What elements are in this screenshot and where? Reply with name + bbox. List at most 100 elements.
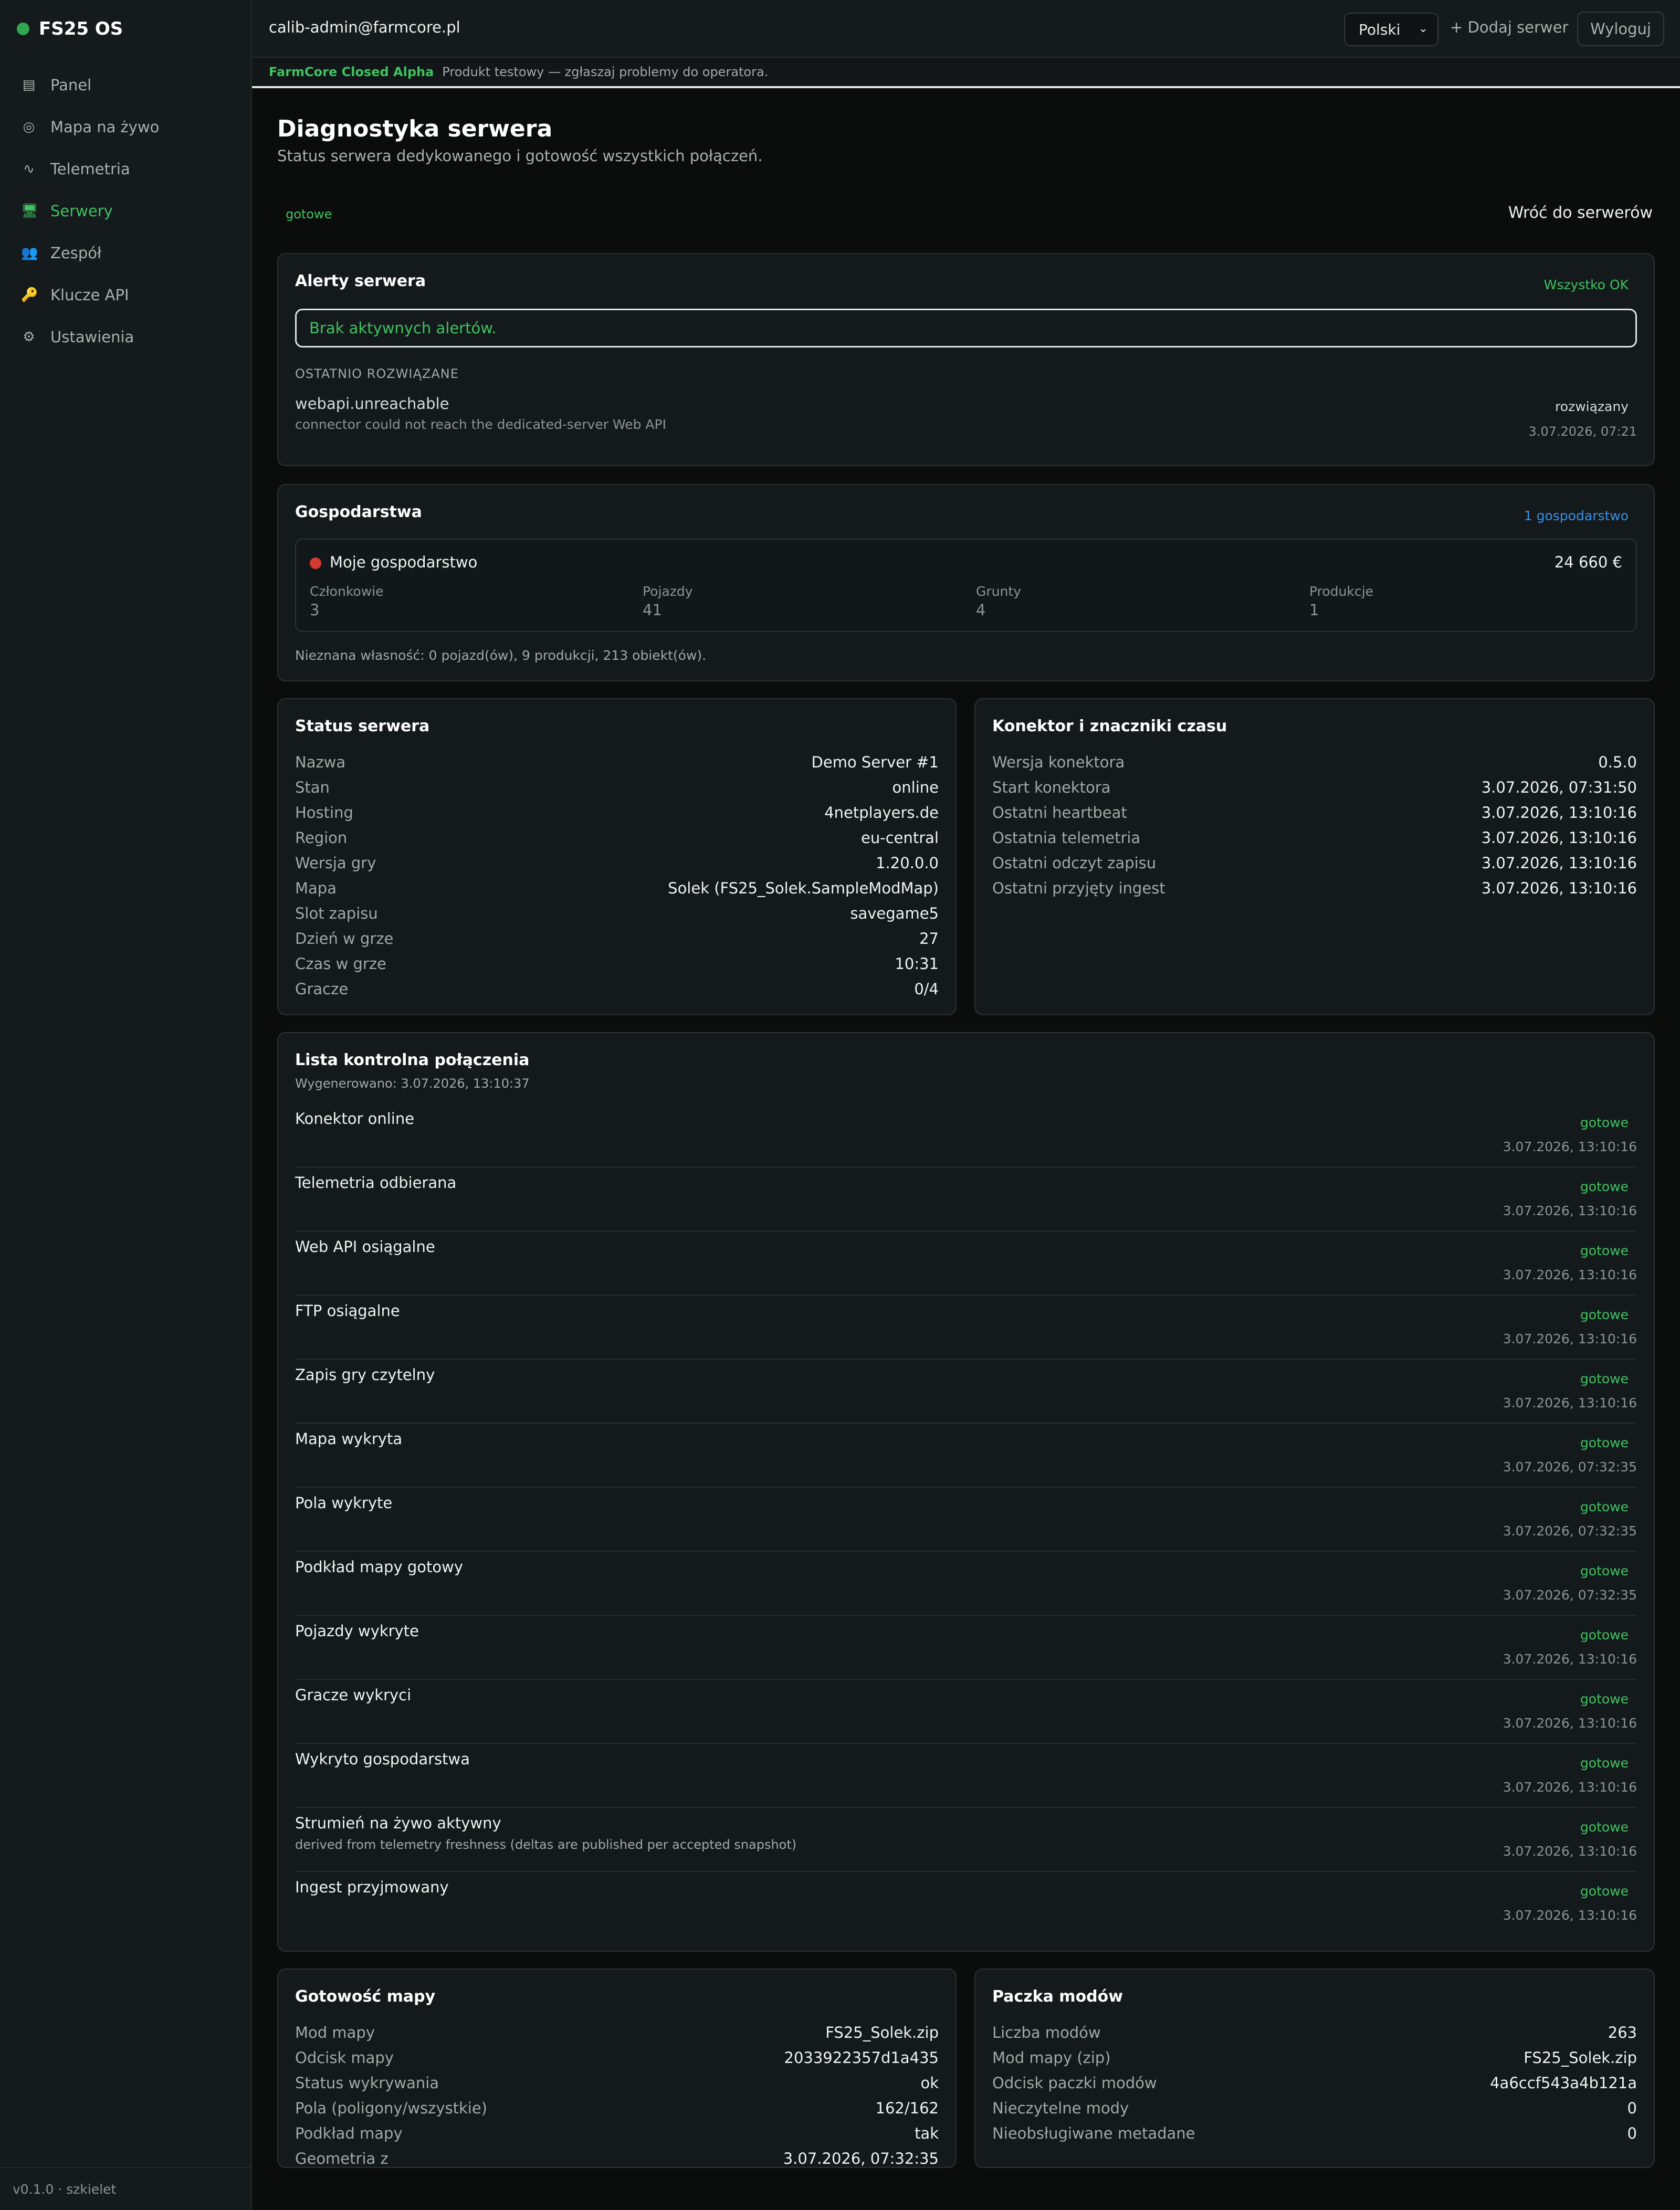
sidebar-item-telemetria[interactable]: ∿ Telemetria (0, 148, 251, 190)
kv-row: Region eu-central (295, 825, 939, 850)
sidebar-item-label: Ustawienia (50, 328, 134, 346)
kv-key: Region (295, 829, 348, 847)
checklist-item-status: gotowe (1580, 1179, 1629, 1194)
checklist-item-name: Strumień na żywo aktywny (295, 1814, 501, 1832)
dashboard-icon: ▤ (22, 77, 36, 93)
kv-row: Podkład mapy tak (295, 2121, 939, 2146)
farm-stat-value: 41 (643, 601, 662, 619)
alerts-badge: Wszystko OK (1544, 277, 1629, 292)
resolved-alert-time: 3.07.2026, 07:21 (1528, 424, 1637, 439)
farm-stat-value: 3 (310, 601, 320, 619)
kv-key: Mod mapy (295, 2024, 375, 2041)
kv-value: 2033922357d1a435 (784, 2049, 939, 2067)
sidebar-item-mapa-na-zywo[interactable]: ◎ Mapa na żywo (0, 106, 251, 148)
farms-card: Gospodarstwa 1 gospodarstwo Moje gospoda… (277, 484, 1655, 681)
sidebar-item-label: Klucze API (50, 286, 129, 304)
farm-color-dot-icon (310, 557, 321, 569)
add-server-button[interactable]: + Dodaj serwer (1450, 18, 1568, 36)
kv-key: Czas w grze (295, 955, 386, 973)
kv-row: Hosting 4netplayers.de (295, 800, 939, 825)
brand-logo[interactable]: FS25 OS (17, 18, 123, 40)
kv-value: FS25_Solek.zip (1524, 2049, 1637, 2067)
kv-row: Wersja konektora 0.5.0 (992, 750, 1637, 775)
kv-value: 0/4 (914, 980, 939, 998)
brand-name: FS25 OS (39, 18, 123, 39)
kv-key: Podkład mapy (295, 2124, 403, 2142)
farm-stat-vehicles: Pojazdy 41 (643, 584, 958, 619)
kv-value: 1.20.0.0 (876, 854, 939, 872)
user-email: calib-admin@farmcore.pl (269, 18, 460, 36)
language-select[interactable]: Polski ⌄ (1344, 13, 1438, 46)
kv-value: 3.07.2026, 13:10:16 (1481, 804, 1637, 822)
checklist-item-status: gotowe (1580, 1499, 1629, 1514)
checklist-item-name: Podkład mapy gotowy (295, 1558, 463, 1576)
kv-key: Pola (poligony/wszystkie) (295, 2099, 487, 2117)
alerts-card: Alerty serwera Wszystko OK Brak aktywnyc… (277, 253, 1655, 466)
checklist-item-status: gotowe (1580, 1883, 1629, 1899)
kv-key: Ostatni odczyt zapisu (992, 854, 1157, 872)
kv-key: Geometria z (295, 2150, 388, 2167)
farm-stat-label: Grunty (976, 584, 1021, 599)
farm-stat-members: Członkowie 3 (310, 584, 625, 619)
kv-value: 263 (1608, 2024, 1637, 2041)
sidebar-item-panel[interactable]: ▤ Panel (0, 64, 251, 106)
kv-value: 162/162 (875, 2099, 939, 2117)
kv-key: Nazwa (295, 753, 346, 771)
sidebar-item-zespol[interactable]: 👥 Zespół (0, 232, 251, 274)
map-readiness-list: Mod mapy FS25_Solek.zip Odcisk mapy 2033922… (295, 2020, 939, 2171)
alerts-title: Alerty serwera (295, 272, 426, 290)
kv-row: Pola (poligony/wszystkie) 162/162 (295, 2096, 939, 2121)
kv-row: Dzień w grze 27 (295, 926, 939, 951)
back-to-servers-link[interactable]: Wróć do serwerów (1508, 204, 1653, 222)
checklist-item-time: 3.07.2026, 13:10:16 (1503, 1203, 1637, 1218)
kv-row: Start konektora 3.07.2026, 07:31:50 (992, 775, 1637, 800)
kv-value: 27 (919, 930, 939, 948)
sidebar-item-label: Panel (50, 76, 92, 94)
connector-card: Konektor i znaczniki czasu Wersja konekt… (974, 698, 1655, 1015)
checklist-generated: Wygenerowano: 3.07.2026, 13:10:37 (295, 1076, 530, 1091)
checklist-item-time: 3.07.2026, 13:10:16 (1503, 1331, 1637, 1346)
farms-title: Gospodarstwa (295, 503, 422, 521)
checklist-item: Web API osiągalne gotowe 3.07.2026, 13:10:… (295, 1232, 1637, 1296)
checklist-item: Strumień na żywo aktywny derived from tel… (295, 1808, 1637, 1872)
checklist-item-name: Web API osiągalne (295, 1238, 435, 1256)
checklist-item-time: 3.07.2026, 13:10:16 (1503, 1908, 1637, 1923)
kv-value: savegame5 (850, 904, 939, 922)
kv-value: ok (920, 2074, 939, 2092)
sidebar-item-label: Telemetria (50, 160, 130, 178)
checklist-item-name: Telemetria odbierana (295, 1174, 457, 1192)
farm-stat-label: Członkowie (310, 584, 384, 599)
checklist-item-status: gotowe (1580, 1243, 1629, 1258)
monitor-icon: 🖥 (21, 203, 39, 219)
mod-pack-card: Paczka modów Liczba modów 263 Mod mapy (zi… (974, 1969, 1655, 2168)
key-icon: 🔑 (21, 287, 38, 303)
kv-row: Odcisk mapy 2033922357d1a435 (295, 2045, 939, 2070)
sidebar-item-klucze-api[interactable]: 🔑 Klucze API (0, 274, 251, 316)
farm-stat-lands: Grunty 4 (976, 584, 1291, 619)
checklist-item-status: gotowe (1580, 1627, 1629, 1643)
sidebar-item-ustawienia[interactable]: ⚙ Ustawienia (0, 316, 251, 358)
kv-row: Stan online (295, 775, 939, 800)
checklist-item: FTP osiągalne gotowe 3.07.2026, 13:10:16 (295, 1296, 1637, 1360)
kv-row: Mod mapy FS25_Solek.zip (295, 2020, 939, 2045)
checklist-item-name: Wykryto gospodarstwa (295, 1750, 470, 1768)
kv-key: Ostatni przyjęty ingest (992, 879, 1166, 897)
kv-key: Hosting (295, 804, 353, 822)
kv-key: Mod mapy (zip) (992, 2049, 1111, 2067)
checklist-item: Telemetria odbierana gotowe 3.07.2026, 13:… (295, 1167, 1637, 1232)
kv-key: Status wykrywania (295, 2074, 439, 2092)
unknown-ownership-note: Nieznana własność: 0 pojazd(ów), 9 produ… (295, 648, 707, 663)
kv-row: Ostatnia telemetria 3.07.2026, 13:10:16 (992, 825, 1637, 850)
map-readiness-title: Gotowość mapy (295, 1987, 436, 2006)
checklist-item-name: Mapa wykryta (295, 1430, 403, 1448)
kv-key: Wersja gry (295, 854, 376, 872)
connector-list: Wersja konektora 0.5.0 Start konektora 3.07… (992, 750, 1637, 901)
checklist-item-time: 3.07.2026, 07:32:35 (1503, 1587, 1637, 1603)
checklist-item-status: gotowe (1580, 1435, 1629, 1450)
sidebar-item-serwery[interactable]: 🖥 Serwery (0, 190, 251, 232)
farm-card[interactable]: Moje gospodarstwo 24 660 € Członkowie 3 … (295, 539, 1637, 632)
logout-button[interactable]: Wyloguj (1577, 12, 1664, 46)
checklist-items: Konektor online gotowe 3.07.2026, 13:10:16… (295, 1103, 1637, 1936)
kv-value: 3.07.2026, 07:32:35 (783, 2150, 939, 2167)
farm-stat-productions: Produkcje 1 (1309, 584, 1624, 619)
